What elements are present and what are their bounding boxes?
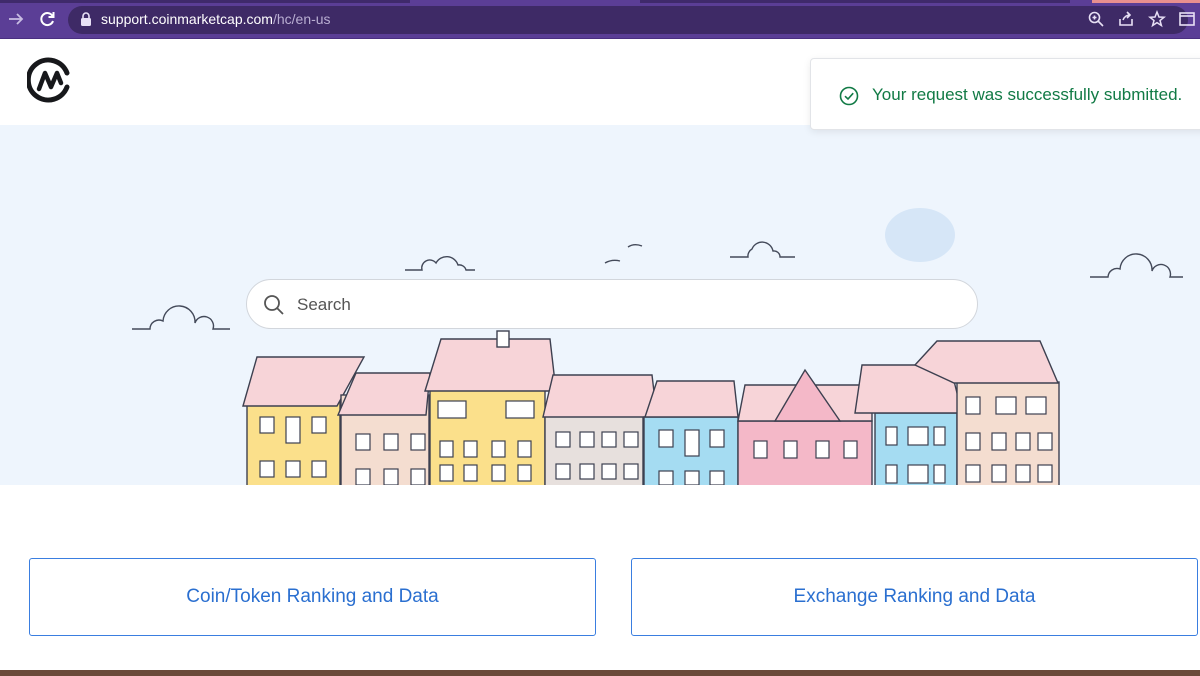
search-icon <box>264 295 284 315</box>
share-icon[interactable] <box>1117 10 1135 28</box>
reload-icon[interactable] <box>37 9 57 29</box>
search-input[interactable] <box>295 290 959 320</box>
tab-layout-icon[interactable] <box>1178 10 1196 28</box>
success-toast: Your request was successfully submitted. <box>810 58 1200 130</box>
browser-toolbar: support.coinmarketcap.com/hc/en-us <box>0 0 1200 39</box>
forward-icon[interactable] <box>6 9 26 29</box>
tab-strip-edge <box>640 0 1070 3</box>
tab-strip-edge <box>0 0 410 3</box>
toast-message: Your request was successfully submitted. <box>872 85 1183 104</box>
bookmark-star-icon[interactable] <box>1148 10 1166 28</box>
coinmarketcap-logo[interactable] <box>27 57 75 105</box>
houses-illustration <box>242 330 1060 485</box>
url-path: /hc/en-us <box>272 11 331 27</box>
taskbar-edge <box>0 670 1200 676</box>
url-host: support.coinmarketcap.com <box>101 11 273 27</box>
zoom-icon[interactable] <box>1087 10 1105 28</box>
lock-icon[interactable] <box>80 12 92 26</box>
category-coin-token[interactable]: Coin/Token Ranking and Data <box>29 558 596 636</box>
check-circle-icon <box>839 86 859 106</box>
search-box[interactable] <box>246 279 978 329</box>
tab-strip-edge <box>1092 0 1200 3</box>
url-text[interactable]: support.coinmarketcap.com/hc/en-us <box>101 11 331 27</box>
category-exchange[interactable]: Exchange Ranking and Data <box>631 558 1198 636</box>
